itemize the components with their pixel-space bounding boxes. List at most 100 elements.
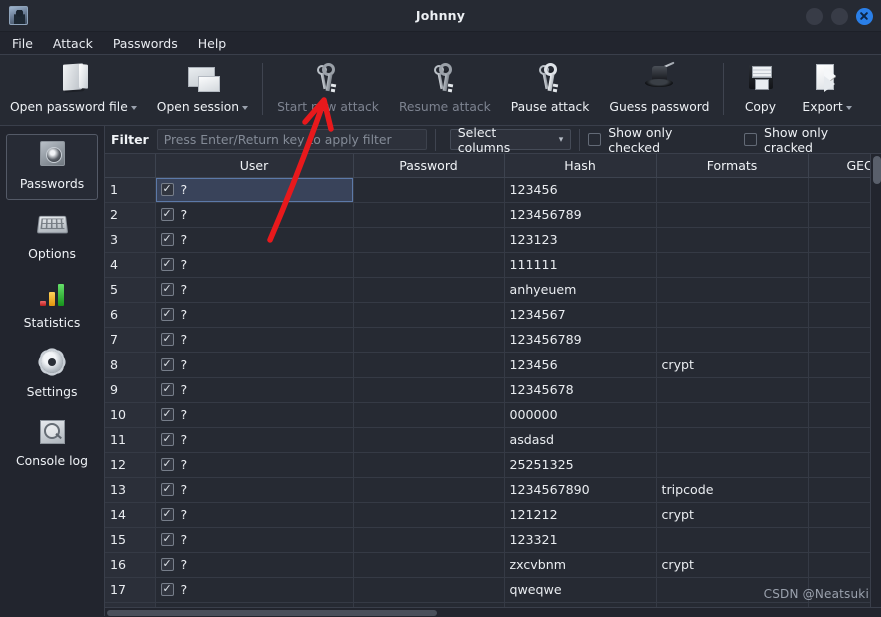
cell-hash[interactable]: 123321: [504, 527, 657, 553]
cell-password[interactable]: [353, 552, 505, 578]
cell-hash[interactable]: 121212: [504, 502, 657, 528]
cell-formats[interactable]: [656, 227, 809, 253]
cell-password[interactable]: [353, 327, 505, 353]
table-row[interactable]: 5? anhyeuem: [105, 277, 881, 303]
cell-password[interactable]: [353, 402, 505, 428]
menu-item-attack[interactable]: Attack: [53, 34, 103, 53]
cell-password[interactable]: [353, 202, 505, 228]
cell-password[interactable]: [353, 302, 505, 328]
table-row[interactable]: 4? 111111: [105, 252, 881, 278]
cell-formats[interactable]: crypt: [656, 352, 809, 378]
toolbar-open-session[interactable]: Open session: [147, 59, 258, 123]
table-row[interactable]: 11? asdasd: [105, 427, 881, 453]
cell-formats[interactable]: tripcode: [656, 477, 809, 503]
sidebar-item-passwords[interactable]: Passwords: [6, 134, 98, 200]
cell-hash[interactable]: 123456: [504, 352, 657, 378]
cell-user[interactable]: ?: [155, 202, 354, 228]
cell-formats[interactable]: [656, 402, 809, 428]
table-row[interactable]: 13? 1234567890tripcode: [105, 477, 881, 503]
cell-user[interactable]: ?: [155, 227, 354, 253]
cell-password[interactable]: [353, 527, 505, 553]
table-row[interactable]: 6? 1234567: [105, 302, 881, 328]
cell-formats[interactable]: [656, 277, 809, 303]
toolbar-export[interactable]: Export: [792, 59, 861, 123]
table-row[interactable]: 10? 000000: [105, 402, 881, 428]
menu-item-help[interactable]: Help: [198, 34, 237, 53]
cell-password[interactable]: [353, 577, 505, 603]
cell-hash[interactable]: 1234567890: [504, 477, 657, 503]
column-header-password[interactable]: Password: [353, 154, 505, 178]
toolbar-pause-attack[interactable]: Pause attack: [501, 59, 600, 123]
cell-formats[interactable]: [656, 302, 809, 328]
cell-formats[interactable]: [656, 452, 809, 478]
table-row[interactable]: 16? zxcvbnmcrypt: [105, 552, 881, 578]
cell-formats[interactable]: crypt: [656, 552, 809, 578]
row-checkbox[interactable]: [160, 307, 174, 321]
table-row[interactable]: 8? 123456crypt: [105, 352, 881, 378]
cell-user[interactable]: ?: [155, 277, 354, 303]
row-checkbox[interactable]: [160, 557, 174, 571]
toolbar-resume-attack[interactable]: Resume attack: [389, 59, 501, 123]
row-checkbox[interactable]: [160, 507, 174, 521]
cell-password[interactable]: [353, 477, 505, 503]
cell-formats[interactable]: [656, 377, 809, 403]
row-checkbox[interactable]: [160, 432, 174, 446]
row-checkbox[interactable]: [160, 257, 174, 271]
cell-password[interactable]: [353, 252, 505, 278]
minimize-button[interactable]: [806, 7, 823, 25]
row-checkbox[interactable]: [160, 407, 174, 421]
table-row[interactable]: 15? 123321: [105, 527, 881, 553]
row-checkbox[interactable]: [160, 457, 174, 471]
cell-formats[interactable]: [656, 427, 809, 453]
cell-password[interactable]: [353, 277, 505, 303]
cell-user[interactable]: ?: [155, 177, 354, 203]
cell-formats[interactable]: [656, 252, 809, 278]
cell-password[interactable]: [353, 452, 505, 478]
cell-user[interactable]: ?: [155, 527, 354, 553]
cell-hash[interactable]: 12345678: [504, 377, 657, 403]
cell-formats[interactable]: [656, 202, 809, 228]
cell-password[interactable]: [353, 352, 505, 378]
cell-password[interactable]: [353, 502, 505, 528]
cell-hash[interactable]: asdasd: [504, 427, 657, 453]
show-only-checked-checkbox[interactable]: Show only checked: [588, 125, 728, 155]
cell-user[interactable]: ?: [155, 427, 354, 453]
cell-hash[interactable]: anhyeuem: [504, 277, 657, 303]
horizontal-scrollbar[interactable]: [105, 607, 881, 616]
toolbar-copy[interactable]: Copy: [728, 59, 792, 123]
sidebar-item-settings[interactable]: Settings: [6, 343, 98, 407]
column-header-formats[interactable]: Formats: [656, 154, 809, 178]
table-row[interactable]: 9? 12345678: [105, 377, 881, 403]
cell-password[interactable]: [353, 427, 505, 453]
filter-input[interactable]: [156, 129, 427, 150]
toolbar-start-new-attack[interactable]: Start new attack: [267, 59, 389, 123]
column-header-hash[interactable]: Hash: [504, 154, 657, 178]
close-button[interactable]: [856, 7, 873, 25]
cell-password[interactable]: [353, 377, 505, 403]
cell-hash[interactable]: 1234567: [504, 302, 657, 328]
row-checkbox[interactable]: [160, 482, 174, 496]
vertical-scrollbar-thumb[interactable]: [873, 156, 881, 184]
table-row[interactable]: 12? 25251325: [105, 452, 881, 478]
cell-hash[interactable]: qweqwe: [504, 577, 657, 603]
row-checkbox[interactable]: [160, 332, 174, 346]
row-checkbox[interactable]: [160, 582, 174, 596]
select-columns-dropdown[interactable]: Select columns ▾: [449, 125, 572, 155]
cell-user[interactable]: ?: [155, 552, 354, 578]
row-checkbox[interactable]: [160, 282, 174, 296]
cell-hash[interactable]: 123123: [504, 227, 657, 253]
sidebar-item-options[interactable]: Options: [6, 205, 98, 269]
cell-user[interactable]: ?: [155, 577, 354, 603]
table-row[interactable]: 7? 123456789: [105, 327, 881, 353]
cell-hash[interactable]: 111111: [504, 252, 657, 278]
cell-hash[interactable]: 25251325: [504, 452, 657, 478]
cell-user[interactable]: ?: [155, 327, 354, 353]
cell-user[interactable]: ?: [155, 302, 354, 328]
column-header-rownum[interactable]: [105, 154, 156, 178]
cell-password[interactable]: [353, 177, 505, 203]
table-row[interactable]: 2? 123456789: [105, 202, 881, 228]
cell-formats[interactable]: [656, 327, 809, 353]
cell-hash[interactable]: 123456789: [504, 327, 657, 353]
cell-user[interactable]: ?: [155, 252, 354, 278]
column-header-user[interactable]: User: [155, 154, 354, 178]
